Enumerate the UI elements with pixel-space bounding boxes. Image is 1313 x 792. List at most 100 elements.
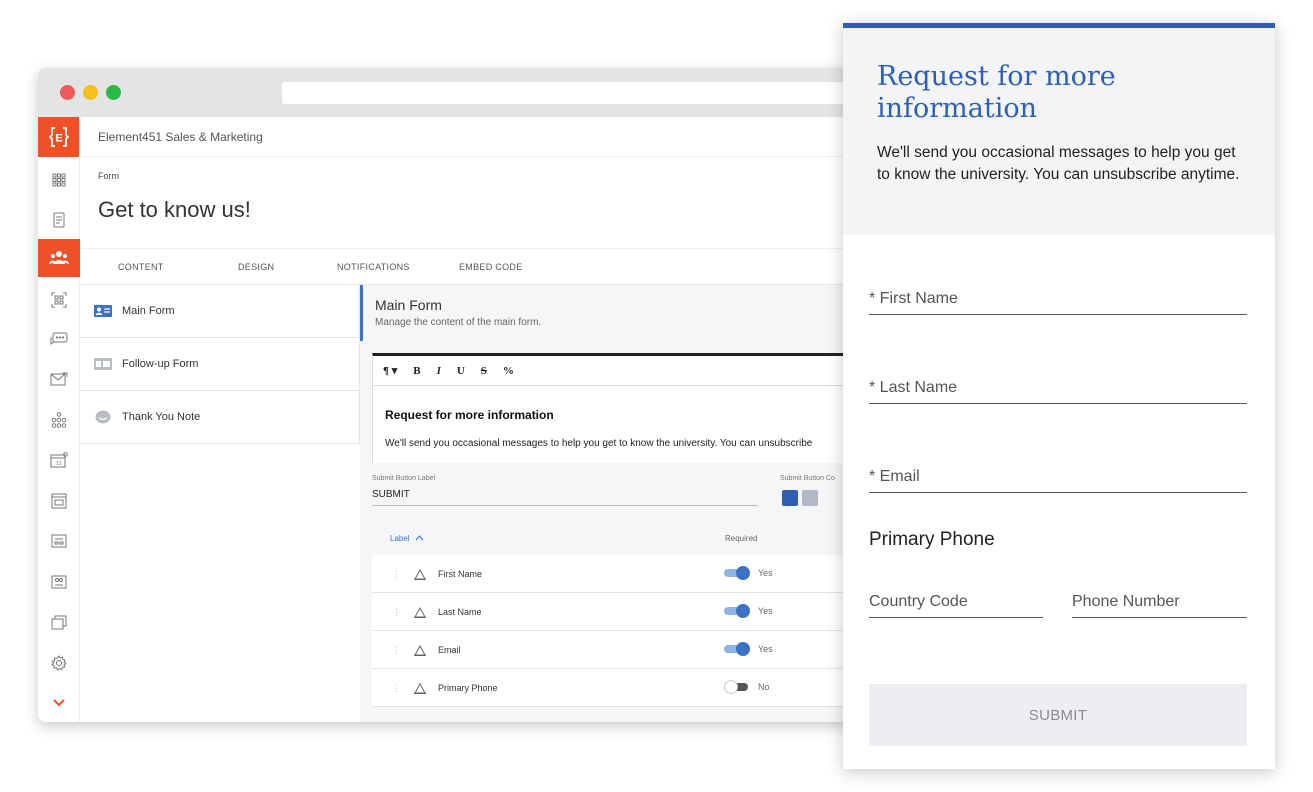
app-name: Element451 Sales & Marketing	[98, 129, 263, 144]
required-value: Yes	[758, 644, 773, 654]
phone-number-field[interactable]: Phone Number	[1072, 593, 1247, 618]
table-row[interactable]: ⋮ Primary Phone No	[372, 669, 918, 707]
editor-toolbar: ¶ ▾ B I U S %	[373, 356, 918, 386]
svg-text:E: E	[55, 133, 62, 145]
badge-icon[interactable]	[38, 563, 80, 601]
table-row[interactable]: ⋮ Last Name Yes	[372, 593, 918, 631]
chevron-down-icon[interactable]	[38, 684, 80, 722]
id-card-icon	[94, 357, 112, 371]
tab-notifications[interactable]: NOTIFICATIONS	[337, 262, 410, 272]
primary-phone-label: Primary Phone	[869, 529, 995, 550]
editor-body[interactable]: We'll send you occasional messages to he…	[385, 438, 812, 449]
close-window-button[interactable]	[60, 85, 75, 100]
underline-button[interactable]: U	[457, 365, 465, 377]
section-label: Follow-up Form	[122, 358, 199, 370]
bold-button[interactable]: B	[413, 365, 420, 377]
form-description: We'll send you occasional messages to he…	[877, 144, 1240, 183]
field-name: Email	[438, 645, 461, 655]
required-toggle[interactable]	[724, 642, 750, 656]
mail-icon[interactable]	[38, 360, 80, 398]
submit-label-input[interactable]: SUBMIT	[372, 489, 758, 506]
label-column-header[interactable]: Label	[390, 534, 424, 543]
section-main-form[interactable]: Main Form	[80, 285, 359, 338]
color-swatch-gray[interactable]	[802, 490, 818, 506]
sitemap-icon[interactable]	[38, 401, 80, 439]
form-title: Request for more information	[877, 61, 1116, 124]
address-bar[interactable]	[282, 82, 902, 104]
main-content: Element451 Sales & Marketing Form Get to…	[80, 117, 918, 722]
page-header: Form Get to know us!	[80, 157, 918, 249]
submit-button[interactable]: SUBMIT	[869, 684, 1247, 746]
tab-bar: CONTENT DESIGN NOTIFICATIONS EMBED CODE	[80, 249, 918, 285]
form-icon[interactable]	[38, 482, 80, 520]
section-follow-up-form[interactable]: Follow-up Form	[80, 338, 359, 391]
section-thank-you-note[interactable]: Thank You Note	[80, 391, 359, 444]
maximize-window-button[interactable]	[106, 85, 121, 100]
drag-handle-icon[interactable]: ⋮	[392, 645, 401, 656]
app-sidebar: E 13	[38, 117, 80, 722]
field-name: Last Name	[438, 607, 482, 617]
required-toggle[interactable]	[724, 680, 750, 694]
paragraph-format-button[interactable]: ¶ ▾	[383, 364, 397, 377]
first-name-field[interactable]: * First Name	[869, 290, 1247, 315]
id-card-icon	[94, 304, 112, 318]
section-label: Main Form	[122, 305, 175, 317]
svg-text:13: 13	[56, 461, 62, 467]
text-field-icon	[414, 567, 426, 585]
tab-embed-code[interactable]: EMBED CODE	[459, 262, 523, 272]
form-preview-header: Request for more information We'll send …	[843, 28, 1275, 235]
chat-icon[interactable]	[38, 320, 80, 358]
layers-icon[interactable]	[38, 603, 80, 641]
text-field-icon	[414, 643, 426, 661]
text-field-icon	[414, 605, 426, 623]
required-toggle[interactable]	[724, 566, 750, 580]
apps-grid-icon[interactable]	[38, 161, 80, 199]
tab-content[interactable]: CONTENT	[118, 262, 164, 272]
browser-chrome	[38, 68, 918, 117]
chevron-up-icon	[415, 534, 424, 543]
required-column-header: Required	[725, 534, 758, 543]
tab-design[interactable]: DESIGN	[238, 262, 274, 272]
drag-handle-icon[interactable]: ⋮	[392, 607, 401, 618]
section-header: Main Form Manage the content of the main…	[360, 285, 918, 341]
link-button[interactable]: %	[503, 365, 514, 377]
required-toggle[interactable]	[724, 604, 750, 618]
rich-text-editor[interactable]: ¶ ▾ B I U S % Request for more informati…	[372, 353, 918, 463]
panel-icon[interactable]	[38, 522, 80, 560]
section-label: Thank You Note	[122, 411, 201, 423]
text-field-icon	[414, 681, 426, 699]
minimize-window-button[interactable]	[83, 85, 98, 100]
page-title: Get to know us!	[98, 197, 251, 222]
drag-handle-icon[interactable]: ⋮	[392, 683, 401, 694]
email-field[interactable]: * Email	[869, 468, 1247, 493]
form-preview-card: Request for more information We'll send …	[843, 23, 1275, 769]
required-value: Yes	[758, 606, 773, 616]
required-value: No	[758, 682, 770, 692]
required-value: Yes	[758, 568, 773, 578]
italic-button[interactable]: I	[437, 365, 441, 377]
app-topbar: Element451 Sales & Marketing	[80, 117, 918, 157]
section-editor-panel: Main Form Manage the content of the main…	[360, 285, 918, 722]
section-title: Main Form	[375, 297, 442, 313]
document-icon[interactable]	[38, 201, 80, 239]
table-row[interactable]: ⋮ First Name Yes	[372, 555, 918, 593]
drag-handle-icon[interactable]: ⋮	[392, 569, 401, 580]
last-name-field[interactable]: * Last Name	[869, 379, 1247, 404]
people-icon[interactable]	[38, 239, 80, 277]
form-sections-list: Main Form Follow-up Form Thank You Note	[80, 285, 360, 444]
strikethrough-button[interactable]: S	[481, 365, 487, 377]
field-name: Primary Phone	[438, 683, 498, 693]
breadcrumb[interactable]: Form	[98, 171, 119, 181]
gear-icon[interactable]	[38, 644, 80, 682]
field-name: First Name	[438, 569, 483, 579]
table-row[interactable]: ⋮ Email Yes	[372, 631, 918, 669]
scan-icon[interactable]	[38, 281, 80, 319]
editor-heading[interactable]: Request for more information	[385, 408, 554, 422]
country-code-field[interactable]: Country Code	[869, 593, 1043, 618]
submit-label-caption: Submit Button Label	[372, 475, 436, 482]
app-logo[interactable]: E	[38, 117, 79, 157]
browser-window: E 13 Element451 Sales & Marketing Form G…	[38, 68, 918, 722]
smiley-icon	[94, 410, 112, 424]
color-swatch-blue[interactable]	[782, 490, 798, 506]
calendar-icon[interactable]: 13	[38, 441, 80, 479]
